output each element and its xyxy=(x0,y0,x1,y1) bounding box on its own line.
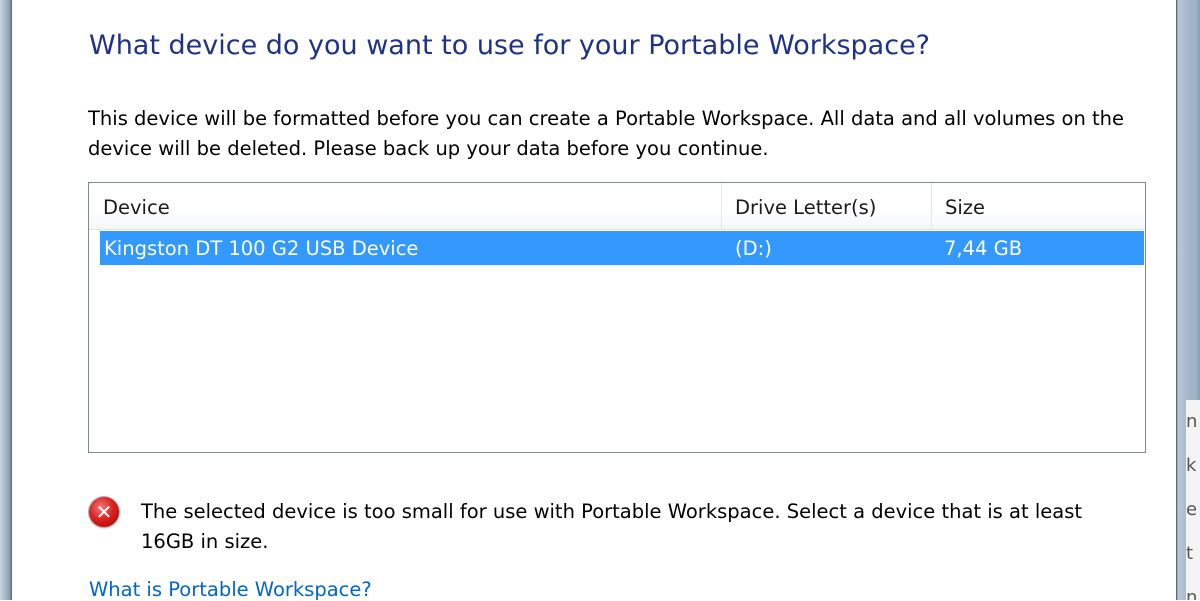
background-text: k xyxy=(1186,455,1197,476)
drive-letter-cell: (D:) xyxy=(735,237,772,260)
dialog-title: What device do you want to use for your … xyxy=(89,30,931,61)
column-header-drive-letters[interactable]: Drive Letter(s) xyxy=(721,183,931,229)
column-header-device[interactable]: Device xyxy=(89,183,721,229)
background-text: t xyxy=(1186,543,1194,564)
device-name-cell: Kingston DT 100 G2 USB Device xyxy=(104,237,419,260)
device-list-header: Device Drive Letter(s) Size xyxy=(89,183,1145,230)
background-text: e xyxy=(1186,499,1198,520)
error-message: The selected device is too small for use… xyxy=(141,500,1083,553)
device-row-selected[interactable]: Kingston DT 100 G2 USB Device (D:) 7,44 … xyxy=(100,231,1144,265)
window-frame-left xyxy=(0,0,12,600)
size-cell: 7,44 GB xyxy=(944,237,1023,260)
dialog-description: This device will be formatted before you… xyxy=(88,107,1125,160)
column-header-size[interactable]: Size xyxy=(931,183,1145,229)
background-text: n xyxy=(1186,411,1198,432)
window-frame-edge xyxy=(1176,0,1177,600)
error-icon: ✕ xyxy=(89,497,119,527)
help-link-portable-workspace[interactable]: What is Portable Workspace? xyxy=(89,578,372,601)
background-window-peek: n k e t n xyxy=(1186,400,1200,600)
background-text: n xyxy=(1186,587,1198,600)
device-list[interactable]: Device Drive Letter(s) Size Kingston DT … xyxy=(88,182,1146,453)
